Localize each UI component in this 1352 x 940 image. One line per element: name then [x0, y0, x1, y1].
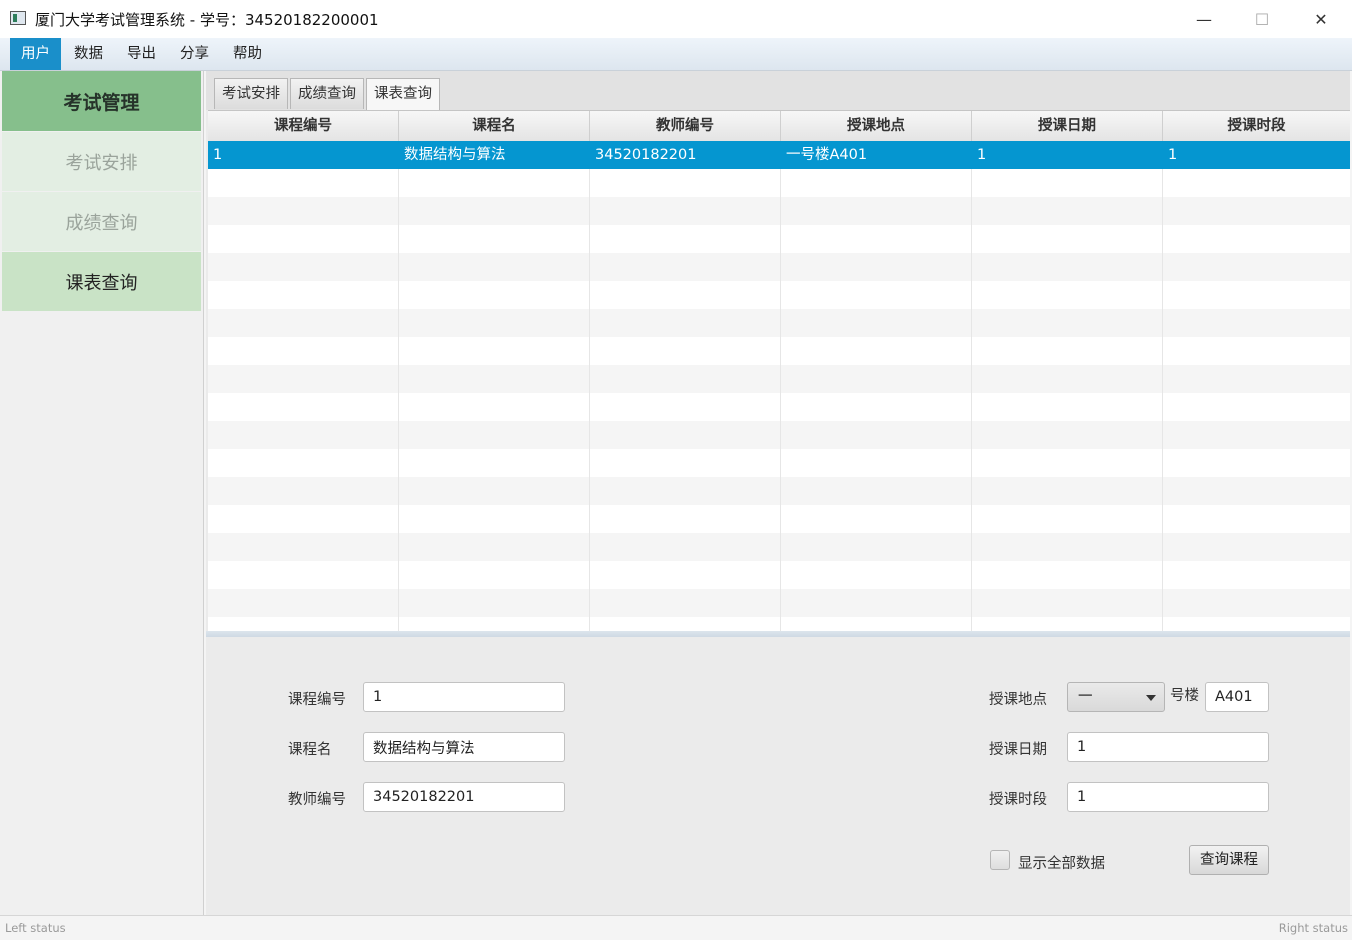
row-stripe	[208, 589, 1350, 617]
menu-export[interactable]: 导出	[116, 38, 167, 70]
chevron-down-icon	[1146, 695, 1156, 701]
cell-course-id: 1	[213, 147, 223, 163]
query-course-button[interactable]: 查询课程	[1189, 845, 1269, 875]
sidebar-header[interactable]: 考试管理	[2, 71, 201, 131]
date-label: 授课日期	[989, 742, 1047, 758]
period-label: 授课时段	[989, 792, 1047, 808]
period-field[interactable]	[1067, 782, 1269, 812]
column-header-date[interactable]: 授课日期	[972, 111, 1163, 141]
course-name-label: 课程名	[288, 742, 332, 758]
close-button[interactable]: ✕	[1292, 0, 1350, 38]
tab-exam-schedule[interactable]: 考试安排	[214, 78, 288, 109]
minimize-icon: —	[1196, 9, 1212, 29]
cell-location: 一号楼A401	[786, 147, 868, 163]
date-field[interactable]	[1067, 732, 1269, 762]
row-stripe	[208, 421, 1350, 449]
tab-timetable-query[interactable]: 课表查询	[366, 78, 440, 110]
column-header-location[interactable]: 授课地点	[781, 111, 972, 141]
tab-header: 考试安排 成绩查询 课表查询	[206, 71, 1350, 110]
menu-share[interactable]: 分享	[169, 38, 220, 70]
app-icon	[10, 11, 26, 25]
show-all-checkbox[interactable]	[990, 850, 1010, 870]
course-name-field[interactable]	[363, 732, 565, 762]
sidebar-item-grade-query[interactable]: 成绩查询	[2, 192, 201, 251]
course-id-field[interactable]	[363, 682, 565, 712]
tab-grade-query[interactable]: 成绩查询	[290, 78, 364, 109]
menu-data[interactable]: 数据	[63, 38, 114, 70]
row-stripe	[208, 365, 1350, 393]
row-stripe	[208, 533, 1350, 561]
column-divider	[780, 141, 781, 635]
building-select-value: 一	[1078, 689, 1093, 705]
title-bar: 厦门大学考试管理系统 - 学号：34520182200001 — ☐ ✕	[0, 0, 1352, 38]
teacher-id-label: 教师编号	[288, 792, 346, 808]
row-stripe	[208, 197, 1350, 225]
maximize-button[interactable]: ☐	[1233, 0, 1291, 38]
left-status: Left status	[5, 921, 66, 935]
cell-date: 1	[977, 147, 987, 163]
sidebar: 考试管理 考试安排 成绩查询 课表查询	[0, 71, 204, 915]
right-status: Right status	[1278, 921, 1348, 935]
menu-help[interactable]: 帮助	[222, 38, 273, 70]
cell-course-name: 数据结构与算法	[404, 147, 506, 163]
column-header-teacher-id[interactable]: 教师编号	[590, 111, 781, 141]
column-header-course-id[interactable]: 课程编号	[208, 111, 399, 141]
teacher-id-field[interactable]	[363, 782, 565, 812]
location-label: 授课地点	[989, 692, 1047, 708]
course-table[interactable]: 课程编号 课程名 教师编号 授课地点 授课日期 授课时段 1 数据结构与算法 3…	[208, 110, 1350, 635]
table-header: 课程编号 课程名 教师编号 授课地点 授课日期 授课时段	[208, 111, 1350, 142]
sidebar-item-exam-schedule[interactable]: 考试安排	[2, 132, 201, 191]
column-divider	[398, 141, 399, 635]
cell-period: 1	[1168, 147, 1178, 163]
split-pane-divider[interactable]	[206, 631, 1350, 637]
row-stripe	[208, 253, 1350, 281]
course-id-label: 课程编号	[288, 692, 346, 708]
row-stripe	[208, 309, 1350, 337]
show-all-label[interactable]: 显示全部数据	[1018, 852, 1105, 873]
close-icon: ✕	[1314, 9, 1328, 29]
row-stripe	[208, 477, 1350, 505]
main-panel: 考试安排 成绩查询 课表查询 课程编号 课程名 教师编号 授课地点 授课日期 授…	[206, 71, 1350, 915]
maximize-icon: ☐	[1254, 9, 1270, 29]
minimize-button[interactable]: —	[1175, 0, 1233, 38]
column-divider	[1162, 141, 1163, 635]
column-header-course-name[interactable]: 课程名	[399, 111, 590, 141]
building-select[interactable]: 一	[1067, 682, 1165, 712]
column-header-period[interactable]: 授课时段	[1163, 111, 1350, 141]
table-row[interactable]: 1 数据结构与算法 34520182201 一号楼A401 1 1	[208, 141, 1350, 169]
sidebar-item-timetable-query[interactable]: 课表查询	[2, 252, 201, 311]
menu-user[interactable]: 用户	[10, 38, 61, 70]
menu-bar: 用户 数据 导出 分享 帮助	[0, 38, 1352, 71]
room-field[interactable]	[1205, 682, 1269, 712]
cell-teacher-id: 34520182201	[595, 147, 697, 163]
column-divider	[589, 141, 590, 635]
building-suffix-label: 号楼	[1170, 688, 1199, 704]
column-divider	[971, 141, 972, 635]
window-title: 厦门大学考试管理系统 - 学号：34520182200001	[35, 11, 379, 29]
status-bar: Left status Right status	[0, 915, 1352, 940]
